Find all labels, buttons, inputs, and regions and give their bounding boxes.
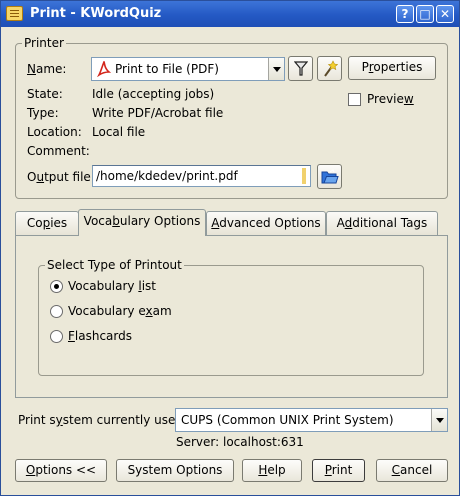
comment-label: Comment: — [27, 144, 90, 158]
label-text: tput file: — [44, 170, 95, 184]
title-bar[interactable]: Print - KWordQuiz ? □ ✕ — [1, 1, 459, 27]
label-text: P — [361, 60, 369, 74]
mnemonic: P — [324, 463, 332, 477]
tab-copies[interactable]: Copies — [15, 211, 79, 235]
print-system-select[interactable]: CUPS (Common UNIX Print System) — [175, 408, 448, 432]
label-text: ist — [141, 279, 156, 293]
printer-select-value: Print to File (PDF) — [115, 62, 219, 76]
vocabulary-list-label[interactable]: Vocabulary list — [68, 279, 156, 293]
mnemonic: u — [36, 170, 45, 184]
label-text: lashcards — [74, 329, 132, 343]
mnemonic: C — [391, 463, 401, 477]
type-value: Write PDF/Acrobat file — [92, 106, 224, 120]
state-label: State: — [27, 87, 63, 101]
label-text: ame: — [35, 62, 67, 76]
mnemonic: b — [112, 214, 120, 228]
printer-select[interactable]: Print to File (PDF) — [91, 57, 285, 81]
mnemonic: w — [403, 92, 414, 106]
vocabulary-options-panel: Select Type of Printout Vocabulary list … — [15, 235, 448, 398]
label-text: Vocabulary — [68, 279, 139, 293]
browse-output-button[interactable] — [317, 164, 342, 189]
pdf-icon — [97, 61, 111, 77]
chevron-down-icon[interactable] — [268, 58, 284, 80]
label-text: operties — [373, 60, 423, 74]
state-value: Idle (accepting jobs) — [92, 87, 215, 101]
preview-checkbox[interactable] — [348, 93, 361, 106]
mnemonic: N — [27, 62, 36, 76]
label-text: ies — [50, 216, 68, 230]
location-label: Location: — [27, 125, 82, 139]
vocabulary-list-radio[interactable] — [50, 280, 63, 293]
wizard-wand-icon — [324, 60, 338, 77]
label-text: stem currently used: — [62, 413, 188, 427]
help-button[interactable]: Help — [242, 459, 302, 482]
text-caret — [302, 168, 306, 184]
print-system-value: CUPS (Common UNIX Print System) — [181, 413, 394, 427]
label-text: Print s — [18, 413, 56, 427]
mnemonic: O — [25, 463, 36, 477]
vocabulary-exam-radio[interactable] — [50, 305, 63, 318]
flashcards-radio[interactable] — [50, 330, 63, 343]
label-text: A — [336, 216, 345, 230]
flashcards-label[interactable]: Flashcards — [68, 329, 132, 343]
vocabulary-exam-label[interactable]: Vocabulary exam — [68, 304, 172, 318]
mnemonic: H — [258, 463, 268, 477]
print-system-label: Print system currently used: — [18, 413, 187, 427]
label-text: am — [152, 304, 172, 318]
server-info: Server: localhost:631 — [176, 435, 304, 449]
tab-additional-tags[interactable]: Additional Tags — [326, 211, 438, 235]
type-label: Type: — [27, 106, 59, 120]
label-text: dvanced Options — [219, 216, 321, 230]
maximize-button[interactable]: □ — [416, 5, 434, 23]
label-text: System Options — [127, 463, 223, 477]
label-text: ptions << — [35, 463, 97, 477]
output-file-label: Output file: — [27, 170, 95, 184]
close-button[interactable]: ✕ — [436, 5, 454, 23]
preview-label[interactable]: Preview — [367, 92, 414, 106]
location-value: Local file — [92, 125, 146, 139]
printer-name-label: Name: — [27, 62, 66, 76]
options-toggle-button[interactable]: Options << — [15, 459, 107, 482]
output-file-value: /home/kdedev/print.pdf — [96, 169, 238, 183]
tab-vocabulary-options[interactable]: Vocabulary Options — [78, 209, 206, 236]
print-dialog-window: Print - KWordQuiz ? □ ✕ Printer Name: Pr… — [0, 0, 460, 496]
window-title: Print - KWordQuiz — [30, 6, 162, 21]
folder-open-icon — [321, 169, 339, 184]
output-file-input[interactable]: /home/kdedev/print.pdf — [92, 165, 311, 187]
label-text: rint — [331, 463, 353, 477]
properties-button[interactable]: Properties — [348, 56, 436, 80]
label-text: Co — [26, 216, 43, 230]
label-text: ulary Options — [119, 214, 201, 228]
help-title-button[interactable]: ? — [396, 5, 414, 23]
printer-filter-button[interactable] — [288, 56, 313, 81]
label-text: Voca — [83, 214, 113, 228]
printer-group-title: Printer — [22, 36, 66, 50]
system-options-button[interactable]: System Options — [116, 459, 234, 482]
kwordquiz-app-icon[interactable] — [6, 6, 23, 21]
mnemonic: F — [68, 329, 75, 343]
mnemonic: x — [145, 304, 153, 318]
printout-type-group-title: Select Type of Printout — [45, 258, 184, 272]
filter-funnel-icon — [294, 61, 308, 76]
label-text: Vocabulary e — [68, 304, 146, 318]
mnemonic: y — [55, 413, 63, 427]
label-text: Previe — [367, 92, 404, 106]
print-button[interactable]: Print — [312, 459, 365, 482]
label-text: ancel — [400, 463, 433, 477]
label-text: elp — [267, 463, 286, 477]
tab-advanced-options[interactable]: Advanced Options — [206, 211, 326, 235]
cancel-button[interactable]: Cancel — [376, 459, 448, 482]
chevron-down-icon[interactable] — [431, 409, 447, 431]
printer-wizard-button[interactable] — [317, 56, 342, 81]
label-text: ditional Tags — [352, 216, 428, 230]
